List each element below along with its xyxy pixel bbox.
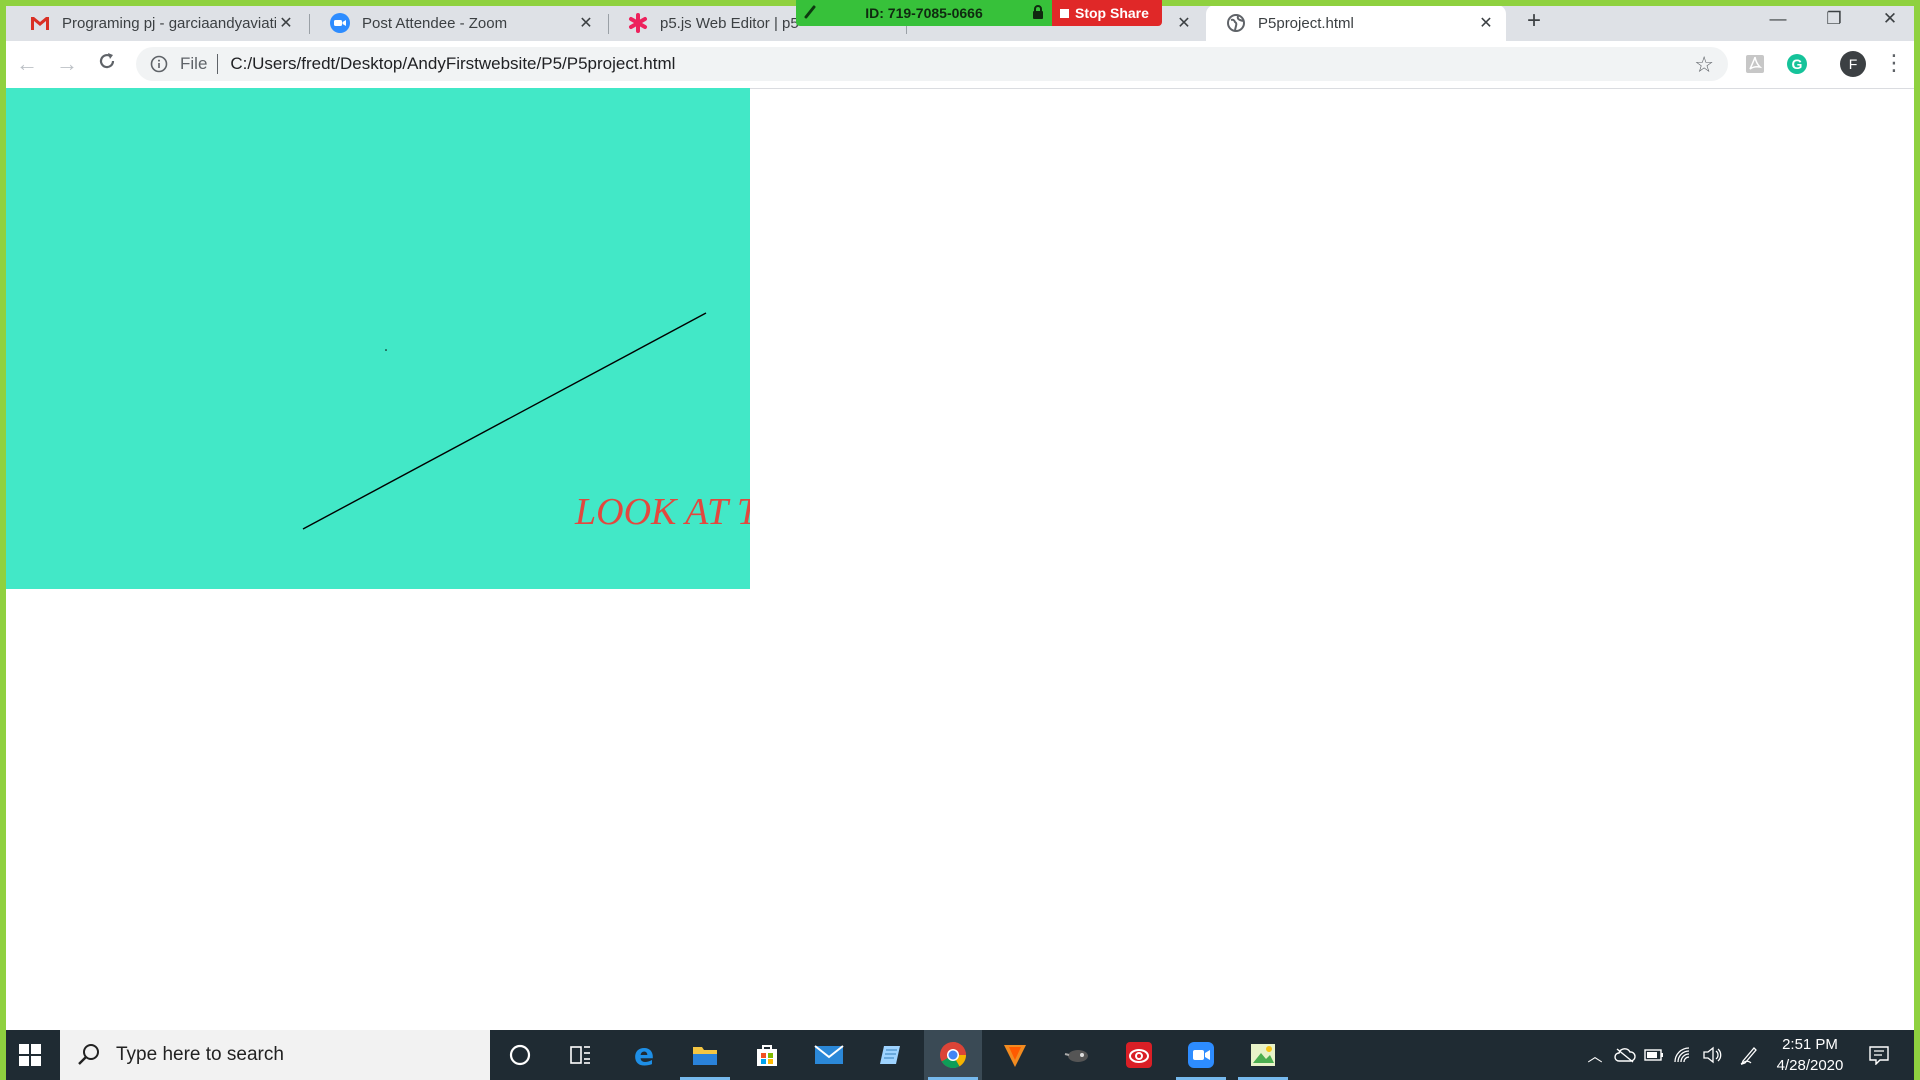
show-hidden-icons-chevron-icon[interactable]: ︿ [1584,1044,1606,1066]
tab-zoom[interactable]: Post Attendee - Zoom ✕ [310,5,606,41]
tab-title: Post Attendee - Zoom [362,14,508,32]
close-icon[interactable]: ✕ [1174,13,1194,33]
search-placeholder: Type here to search [116,1044,284,1065]
cortana-icon[interactable] [491,1030,549,1080]
windows-taskbar: Type here to search e ︿ 2:51 PM 4/28/202… [0,1030,1920,1080]
bookmark-star-icon[interactable]: ☆ [1694,52,1714,78]
taskbar-search[interactable]: Type here to search [60,1030,490,1080]
battery-icon[interactable] [1643,1044,1665,1066]
zoom-share-bar: ID: 719-7085-0666 Stop Share [796,0,1162,26]
info-icon[interactable] [150,55,168,73]
lock-icon [1032,4,1044,22]
grammarly-extension-icon[interactable]: G [1784,51,1810,77]
close-icon[interactable]: ✕ [276,13,296,33]
forward-button[interactable]: → [52,49,82,79]
close-icon[interactable]: ✕ [1476,13,1496,33]
wifi-icon[interactable] [1672,1044,1694,1066]
point-dot [385,349,387,351]
divider [217,54,219,74]
app-icon[interactable] [1048,1030,1106,1080]
mail-icon[interactable] [800,1030,858,1080]
action-center-icon[interactable] [1868,1044,1890,1066]
new-tab-button[interactable]: + [1520,8,1548,36]
stop-icon [1060,8,1069,18]
onedrive-offline-icon[interactable] [1614,1044,1636,1066]
meeting-id-pill[interactable]: ID: 719-7085-0666 [796,0,1052,26]
p5-canvas: LOOK AT T [6,88,750,589]
restore-button[interactable]: ❐ [1806,0,1862,40]
globe-icon [1226,13,1246,33]
clock-time: 2:51 PM [1782,1036,1838,1053]
address-bar[interactable]: File C:/Users/fredt/Desktop/AndyFirstweb… [136,47,1728,81]
image-app-icon[interactable] [1234,1030,1292,1080]
zoom-shield-icon [804,5,816,22]
p5-asterisk-icon [628,13,648,33]
creative-cloud-icon[interactable] [1110,1030,1168,1080]
search-icon [78,1044,99,1065]
profile-avatar[interactable]: F [1840,51,1866,77]
scheme-label: File [180,54,208,73]
file-explorer-icon[interactable] [676,1030,734,1080]
tab-p5project[interactable]: P5project.html ✕ [1206,5,1506,41]
chrome-icon[interactable] [924,1030,982,1080]
browser-toolbar: ← → File C:/Users/fredt/Desktop/AndyFirs… [0,41,1920,89]
close-window-button[interactable]: ✕ [1862,0,1918,40]
zoom-icon[interactable] [1172,1030,1230,1080]
tab-title: P5project.html [1258,14,1354,32]
zoom-icon [330,13,350,33]
store-icon[interactable] [738,1030,796,1080]
stop-share-button[interactable]: Stop Share [1052,0,1162,26]
close-icon[interactable]: ✕ [576,13,596,33]
back-button[interactable]: ← [12,49,42,79]
reload-button[interactable] [92,49,122,79]
edge-icon[interactable]: e [615,1030,673,1080]
url-text[interactable]: C:/Users/fredt/Desktop/AndyFirstwebsite/… [230,54,675,74]
acrobat-extension-icon[interactable] [1742,51,1768,77]
taskbar-clock[interactable]: 2:51 PM 4/28/2020 [1770,1034,1850,1076]
meeting-id: ID: 719-7085-0666 [865,5,983,21]
start-button[interactable] [0,1030,60,1080]
vlc-icon[interactable] [986,1030,1044,1080]
stop-share-label: Stop Share [1075,5,1149,21]
svg-text:e: e [634,1041,654,1069]
task-view-icon[interactable] [551,1030,609,1080]
gmail-icon [30,13,50,33]
menu-icon[interactable]: ⋮ [1883,50,1905,76]
volume-icon[interactable] [1701,1044,1723,1066]
notepad-icon[interactable] [862,1030,920,1080]
windows-logo-icon [19,1044,41,1066]
minimize-button[interactable]: — [1750,0,1806,40]
canvas-text: LOOK AT T [575,491,750,533]
tab-gmail[interactable]: Programing pj - garciaandyaviati ✕ [10,5,306,41]
pen-workspace-icon[interactable] [1738,1044,1760,1066]
reload-icon [99,53,115,69]
clock-date: 4/28/2020 [1776,1057,1844,1074]
svg-text:G: G [1792,56,1803,72]
tab-title: Programing pj - garciaandyaviati [62,14,276,32]
